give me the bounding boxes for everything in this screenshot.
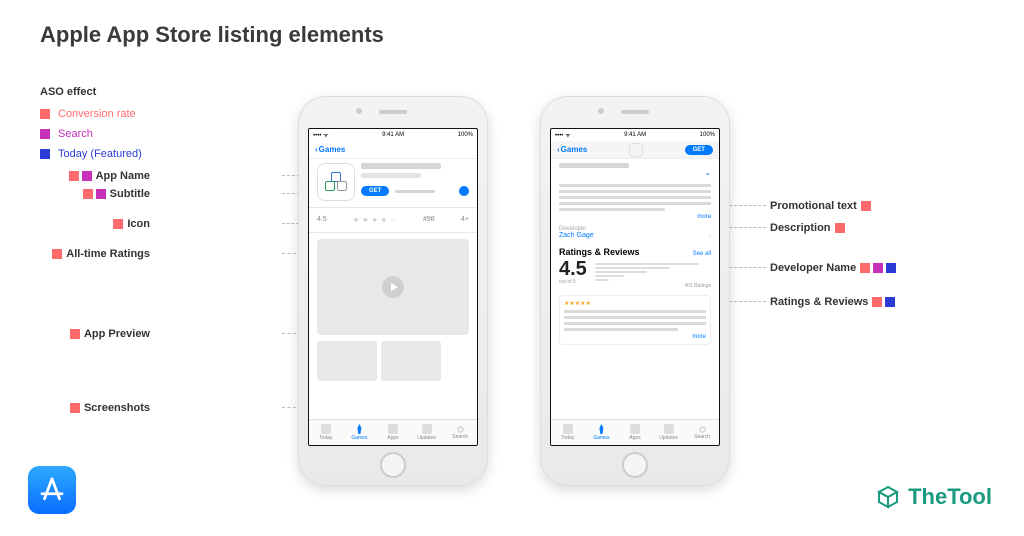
annotation-description: Description	[770, 222, 845, 234]
status-time: 9:41 AM	[382, 132, 404, 138]
screenshot[interactable]	[381, 341, 441, 381]
play-icon	[382, 276, 404, 298]
chevron-left-icon: ‹	[557, 145, 560, 154]
phone-listing-top: •••• ᯤ 9:41 AM 100% ‹ Games	[298, 96, 488, 486]
square-icon	[40, 109, 50, 119]
annotation-app-preview: App Preview	[70, 328, 150, 340]
cube-icon	[876, 485, 900, 509]
hexagons-icon	[325, 172, 347, 192]
rating-score: 4.5	[559, 259, 587, 279]
annotation-screenshots: Screenshots	[70, 402, 150, 414]
screenshots-row[interactable]	[317, 341, 469, 381]
tab-today[interactable]: Today	[309, 420, 343, 445]
square-icon	[40, 149, 50, 159]
phone-speaker	[621, 110, 649, 114]
app-name-placeholder	[361, 163, 441, 169]
thetool-logo: TheTool	[876, 484, 992, 510]
signal-icon: •••• ᯤ	[313, 131, 329, 139]
back-button[interactable]: ‹ Games	[315, 145, 345, 154]
ratings-count: 401 Ratings	[595, 283, 711, 289]
legend-today: Today (Featured)	[40, 148, 142, 160]
tab-games[interactable]: Games	[343, 420, 377, 445]
phone-screen: •••• ᯤ 9:41 AM 100% ‹ Games	[308, 128, 478, 446]
tab-bar: Today Games Apps Updates Search	[551, 419, 719, 445]
nav-bar: ‹ Games	[309, 141, 477, 159]
tab-apps[interactable]: Apps	[618, 420, 652, 445]
review-stars-icon: ★★★★★	[564, 300, 706, 307]
tab-updates[interactable]: Updates	[410, 420, 444, 445]
tab-search[interactable]: Search	[685, 420, 719, 445]
app-preview-video[interactable]	[317, 239, 469, 335]
chevron-right-icon: ›	[709, 232, 711, 239]
ratings-summary-row: 4.5 ★ ★ ★ ★ ☆ #98 4+	[317, 214, 469, 226]
annotation-promotional-text: Promotional text	[770, 200, 871, 212]
chevron-left-icon: ‹	[315, 145, 318, 154]
ratings-summary: 4.5 out of 5 401 Ratings	[559, 259, 711, 289]
ratings-reviews-heading: Ratings & Reviews	[559, 247, 640, 257]
annotation-icon: Icon	[113, 218, 150, 230]
tab-bar: Today Games Apps Updates Search	[309, 419, 477, 445]
tab-games[interactable]: Games	[585, 420, 619, 445]
rating-distribution: 401 Ratings	[595, 259, 711, 289]
legend-label: Conversion rate	[58, 108, 136, 120]
tab-today[interactable]: Today	[551, 420, 585, 445]
get-button[interactable]: GET	[685, 145, 713, 155]
annotation-developer-name: Developer Name	[770, 262, 896, 274]
section-heading-placeholder	[559, 163, 629, 168]
annotation-all-time-ratings: All-time Ratings	[52, 248, 150, 260]
phone-camera	[598, 108, 604, 114]
square-icon	[40, 129, 50, 139]
developer-name-link[interactable]: Zach Gage	[559, 232, 594, 239]
phone-camera	[356, 108, 362, 114]
app-icon[interactable]	[317, 163, 355, 201]
nav-bar: ‹ Games GET	[551, 141, 719, 159]
status-bar: •••• ᯤ 9:41 AM 100%	[551, 129, 719, 141]
status-bar: •••• ᯤ 9:41 AM 100%	[309, 129, 477, 141]
tab-apps[interactable]: Apps	[376, 420, 410, 445]
legend-conversion: Conversion rate	[40, 108, 142, 120]
more-link[interactable]: more	[559, 214, 711, 220]
signal-icon: •••• ᯤ	[555, 131, 571, 139]
legend-label: Today (Featured)	[58, 148, 142, 160]
legend-search: Search	[40, 128, 142, 140]
age-rating: 4+	[461, 216, 469, 224]
chevron-down-icon[interactable]: ⌄	[704, 168, 711, 177]
home-button[interactable]	[622, 452, 648, 478]
legend-label: Search	[58, 128, 93, 140]
app-subtitle-placeholder	[361, 173, 421, 178]
status-battery: 100%	[700, 132, 715, 138]
promotional-text-block	[559, 184, 711, 211]
annotation-subtitle: Subtitle	[83, 188, 150, 200]
annotation-app-name: App Name	[69, 170, 150, 182]
mini-app-icon	[629, 143, 643, 157]
back-button[interactable]: ‹ Games	[557, 145, 587, 154]
annotation-ratings-reviews: Ratings & Reviews	[770, 296, 895, 308]
status-battery: 100%	[458, 132, 473, 138]
see-all-link[interactable]: See all	[693, 251, 711, 257]
stars-icon: ★ ★ ★ ★ ☆	[353, 216, 397, 224]
get-button[interactable]: GET	[361, 186, 389, 196]
rank-value: #98	[423, 216, 435, 224]
status-time: 9:41 AM	[624, 132, 646, 138]
tab-updates[interactable]: Updates	[652, 420, 686, 445]
tab-search[interactable]: Search	[443, 420, 477, 445]
brand-name: TheTool	[908, 484, 992, 510]
screenshot[interactable]	[317, 341, 377, 381]
iap-placeholder	[395, 190, 435, 193]
phone-screen: •••• ᯤ 9:41 AM 100% ‹ Games GET ⌄ more	[550, 128, 720, 446]
aso-legend: ASO effect Conversion rate Search Today …	[40, 86, 142, 168]
phone-listing-detail: •••• ᯤ 9:41 AM 100% ‹ Games GET ⌄ more	[540, 96, 730, 486]
legend-heading: ASO effect	[40, 86, 142, 98]
share-icon[interactable]	[459, 186, 469, 196]
home-button[interactable]	[380, 452, 406, 478]
review-card[interactable]: ★★★★★ more	[559, 295, 711, 345]
app-store-icon	[28, 466, 76, 514]
more-link[interactable]: more	[564, 334, 706, 340]
page-title: Apple App Store listing elements	[40, 22, 384, 48]
phone-speaker	[379, 110, 407, 114]
rating-value: 4.5	[317, 216, 327, 224]
